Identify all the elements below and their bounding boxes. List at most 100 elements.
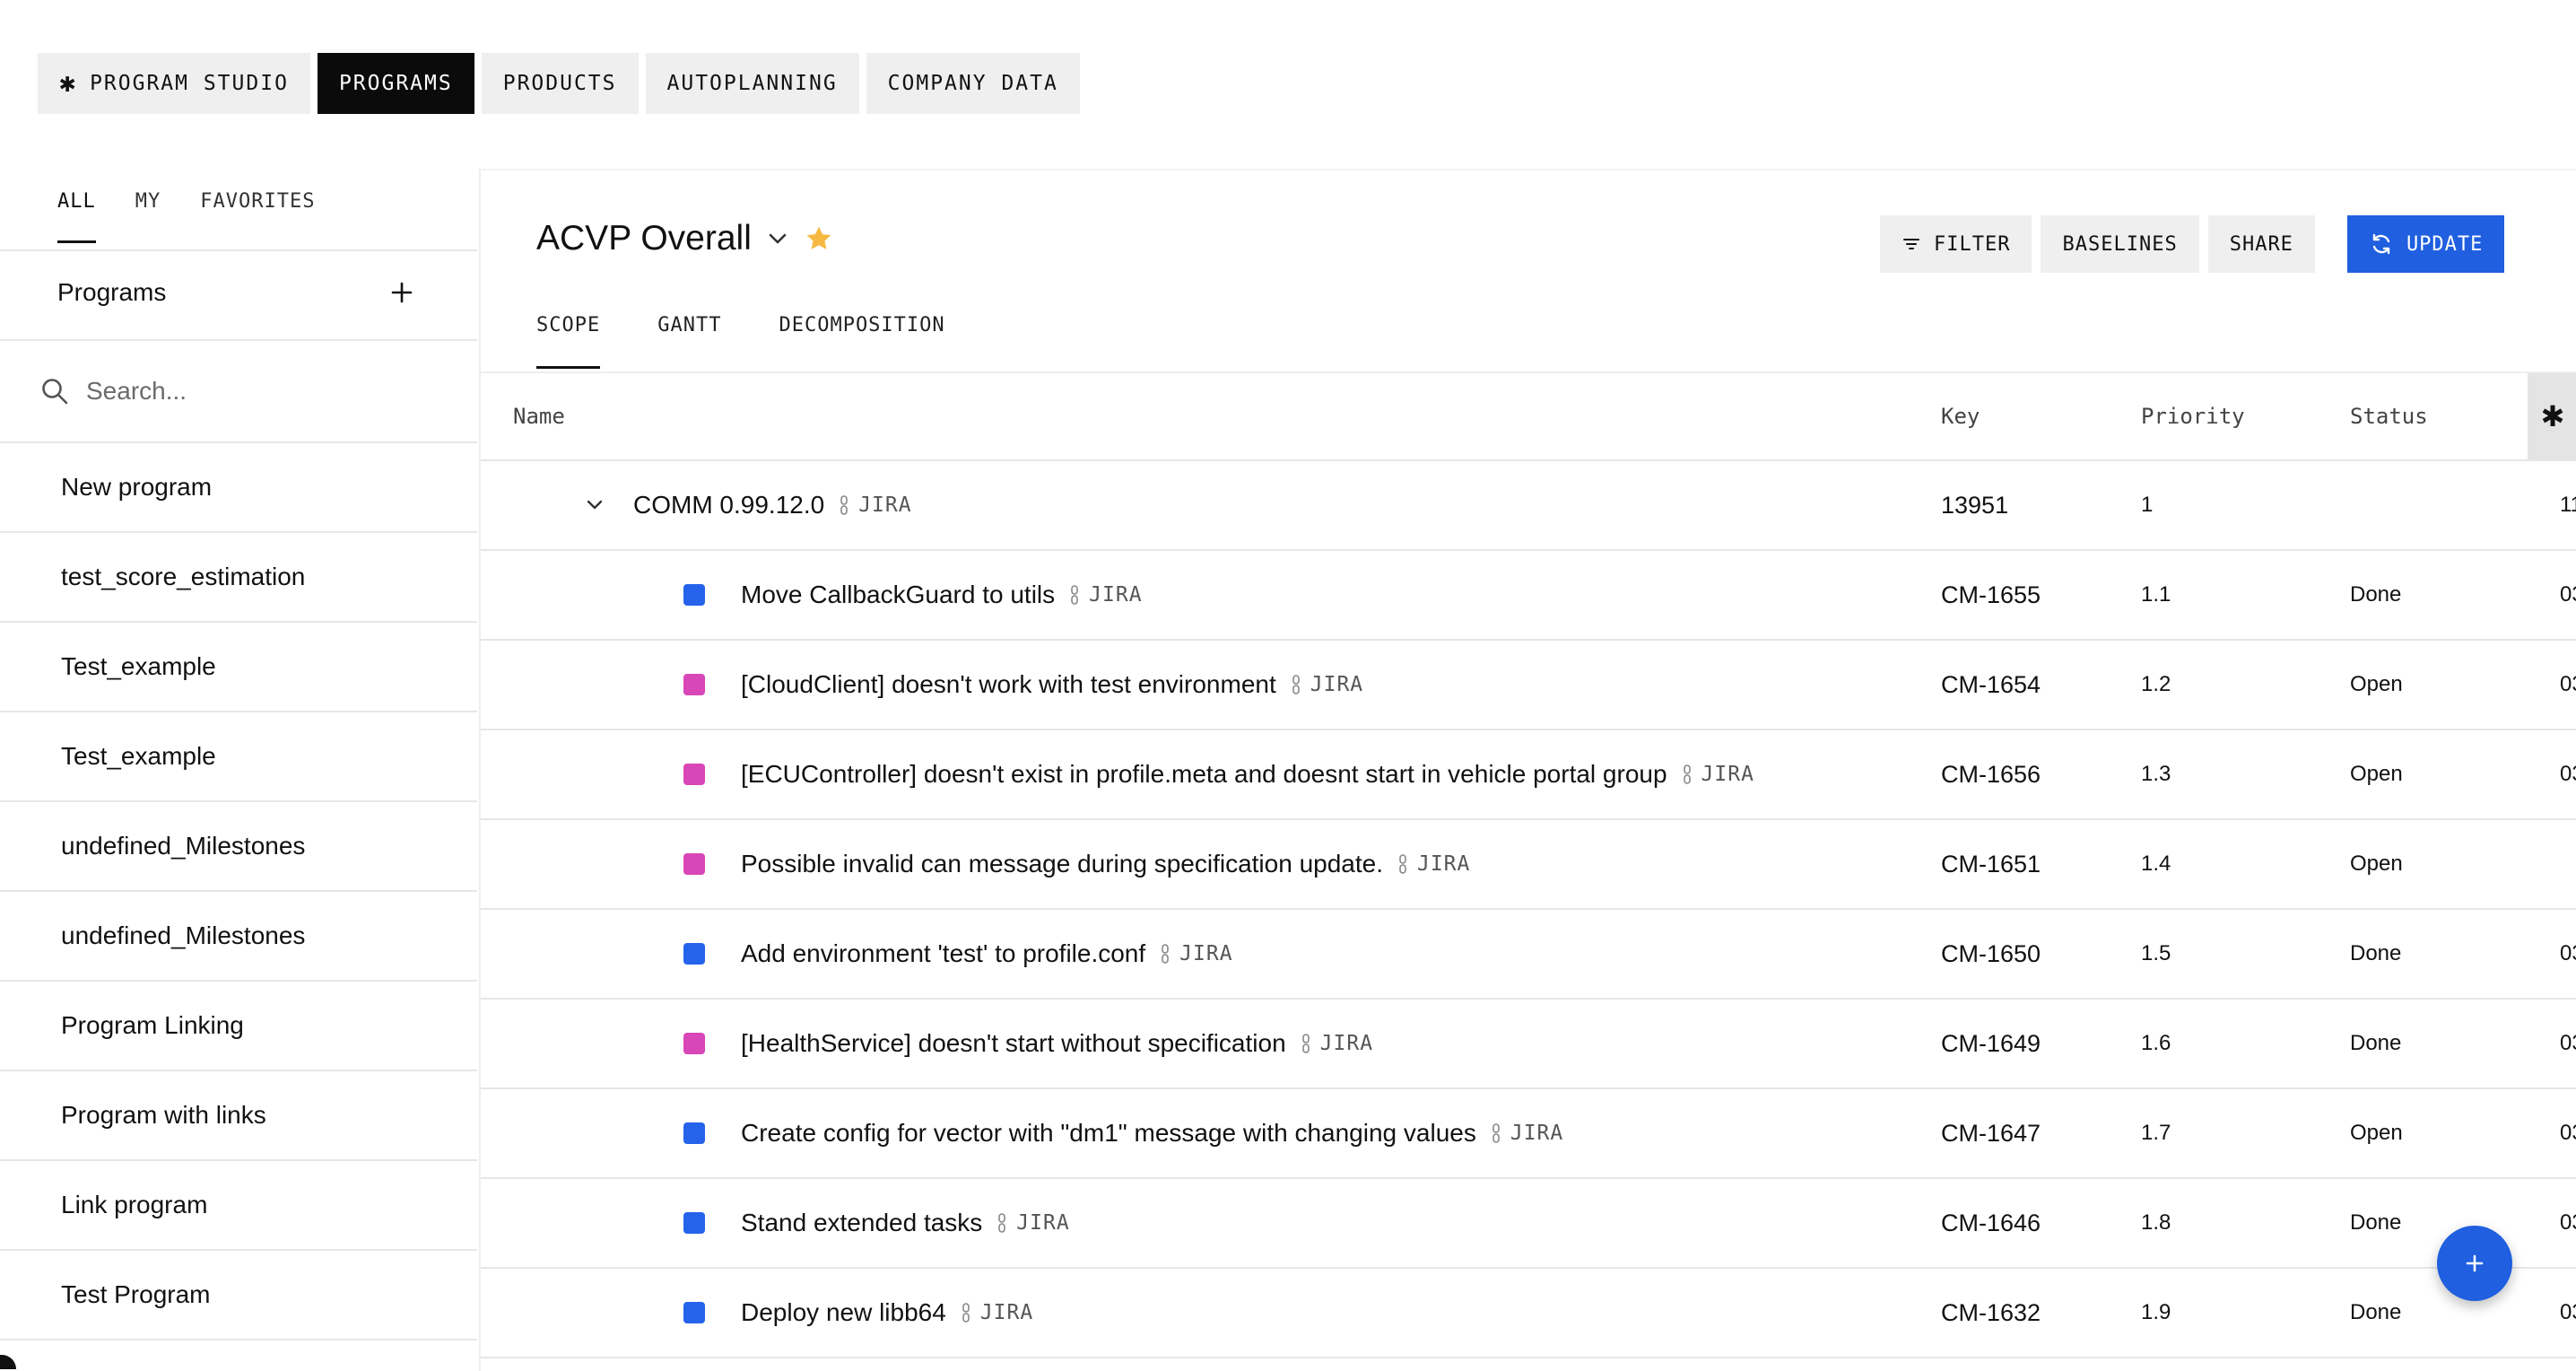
task-type-marker	[683, 910, 705, 998]
task-name[interactable]: Create config for vector with "dm1" mess…	[741, 1119, 1476, 1148]
nav-program-studio[interactable]: ✱ PROGRAM STUDIO	[38, 53, 310, 114]
source-label: JIRA	[1016, 1211, 1070, 1235]
link-icon	[1491, 1122, 1501, 1144]
program-list-item[interactable]: Program with links	[0, 1071, 477, 1161]
source-label: JIRA	[979, 1301, 1034, 1324]
extra-cell: 03	[2560, 582, 2576, 607]
favorite-button[interactable]	[804, 223, 834, 254]
baselines-button[interactable]: BASELINES	[2041, 215, 2199, 273]
column-header-status[interactable]: Status	[2350, 373, 2428, 459]
task-color-square	[683, 674, 705, 695]
task-name[interactable]: [HealthService] doesn't start without sp…	[741, 1029, 1286, 1058]
filter-button[interactable]: FILTER	[1880, 215, 2032, 273]
group-name-cell: COMM 0.99.12.0 JIRA	[633, 461, 912, 549]
table-header: Name Key Priority Status ✱	[481, 373, 2576, 461]
status-cell: Done	[2350, 1210, 2402, 1235]
task-color-square	[683, 1122, 705, 1144]
key-cell: CM-1655	[1941, 581, 2041, 608]
column-header-key[interactable]: Key	[1941, 373, 1980, 459]
program-list-item[interactable]: Program Linking	[0, 982, 477, 1071]
add-program-button[interactable]	[384, 275, 420, 310]
program-dropdown-button[interactable]	[764, 225, 791, 252]
table-row[interactable]: Move CallbackGuard to utils JIRA CM-1655…	[481, 551, 2576, 641]
task-name[interactable]: Move CallbackGuard to utils	[741, 581, 1055, 609]
nav-programs[interactable]: PROGRAMS	[317, 53, 474, 114]
top-navigation: ✱ PROGRAM STUDIO PROGRAMS PRODUCTS AUTOP…	[38, 53, 1080, 114]
toolbar-actions: FILTER BASELINES SHARE UPDATE	[1880, 215, 2505, 273]
column-settings-button[interactable]: ✱	[2528, 373, 2576, 459]
task-name-cell: Stand extended tasks JIRA	[741, 1179, 1070, 1267]
key-cell: CM-1654	[1941, 670, 2041, 698]
chevron-down-icon	[587, 500, 603, 510]
program-list-item[interactable]: test_score_estimation	[0, 533, 477, 623]
link-icon	[839, 494, 849, 516]
share-button[interactable]: SHARE	[2207, 215, 2315, 273]
nav-company-data[interactable]: COMPANY DATA	[866, 53, 1080, 114]
sidebar-tab-my[interactable]: MY	[135, 190, 161, 243]
sidebar-divider	[0, 339, 477, 341]
asterisk-icon: ✱	[2540, 400, 2565, 432]
program-list-item[interactable]: Test Program	[0, 1251, 477, 1340]
task-type-marker	[683, 1000, 705, 1087]
priority-cell: 1	[2141, 493, 2154, 517]
search-input[interactable]	[84, 376, 429, 406]
program-list-item[interactable]: Test_example	[0, 712, 477, 802]
table-row[interactable]: [CloudClient] doesn't work with test env…	[481, 641, 2576, 730]
table-row[interactable]: Possible invalid can message during spec…	[481, 820, 2576, 910]
priority-cell: 1.7	[2141, 1121, 2171, 1145]
baselines-button-label: BASELINES	[2062, 232, 2178, 256]
table-row[interactable]: [ECUController] doesn't exist in profile…	[481, 730, 2576, 820]
program-list-item[interactable]: New program	[0, 443, 477, 533]
asterisk-icon: ✱	[59, 67, 78, 99]
task-name[interactable]: Add environment 'test' to profile.conf	[741, 939, 1145, 968]
task-name-cell: [HealthService] doesn't start without sp…	[741, 1000, 1373, 1087]
nav-products[interactable]: PRODUCTS	[481, 53, 639, 114]
table-row[interactable]: [HealthService] doesn't start without sp…	[481, 1000, 2576, 1089]
task-type-marker	[683, 1269, 705, 1357]
task-name[interactable]: Possible invalid can message during spec…	[741, 850, 1383, 878]
source-label: JIRA	[1319, 1032, 1374, 1055]
priority-cell: 1.5	[2141, 941, 2171, 965]
tab-decomposition[interactable]: DECOMPOSITION	[779, 314, 944, 369]
program-list-item[interactable]: undefined_Milestones	[0, 802, 477, 892]
task-name[interactable]: [ECUController] doesn't exist in profile…	[741, 760, 1667, 789]
task-name[interactable]: Deploy new libb64	[741, 1298, 946, 1327]
task-name[interactable]: Stand extended tasks	[741, 1209, 982, 1237]
link-icon	[1301, 1033, 1311, 1054]
priority-cell: 1.6	[2141, 1031, 2171, 1055]
link-icon	[961, 1302, 971, 1323]
task-type-marker	[683, 1089, 705, 1177]
column-header-priority[interactable]: Priority	[2141, 373, 2245, 459]
program-list-item[interactable]: Link program	[0, 1161, 477, 1251]
tab-scope[interactable]: SCOPE	[536, 314, 601, 369]
table-row[interactable]: Add environment 'test' to profile.conf J…	[481, 910, 2576, 1000]
add-item-fab[interactable]	[2437, 1226, 2512, 1301]
table-group-row[interactable]: COMM 0.99.12.0 JIRA 13951 1 11	[481, 461, 2576, 551]
nav-autoplanning-label: AUTOPLANNING	[666, 72, 838, 95]
nav-autoplanning[interactable]: AUTOPLANNING	[645, 53, 859, 114]
update-button[interactable]: UPDATE	[2346, 215, 2505, 273]
table-row[interactable]: Stand extended tasks JIRA CM-1646 1.8 Do…	[481, 1179, 2576, 1269]
priority-cell: 1.4	[2141, 851, 2171, 876]
priority-cell: 1.9	[2141, 1300, 2171, 1324]
extra-cell: 03	[2560, 1121, 2576, 1145]
key-cell: CM-1647	[1941, 1119, 2041, 1147]
task-type-marker	[683, 551, 705, 639]
group-name[interactable]: COMM 0.99.12.0	[633, 491, 824, 520]
expand-toggle[interactable]	[583, 461, 606, 549]
task-color-square	[683, 1033, 705, 1054]
task-name[interactable]: [CloudClient] doesn't work with test env…	[741, 670, 1276, 699]
task-name-cell: Move CallbackGuard to utils JIRA	[741, 551, 1143, 639]
program-list-item[interactable]: Test_example	[0, 623, 477, 712]
sidebar-tab-all[interactable]: ALL	[57, 190, 96, 243]
sidebar-search	[39, 370, 434, 413]
sidebar: ALL MY FAVORITES Programs New program te…	[0, 169, 477, 1369]
table-row[interactable]: Deploy new libb64 JIRA CM-1632 1.9 Done …	[481, 1269, 2576, 1358]
tab-gantt[interactable]: GANTT	[657, 314, 721, 369]
table-row[interactable]: Create config for vector with "dm1" mess…	[481, 1089, 2576, 1179]
task-name-cell: Add environment 'test' to profile.conf J…	[741, 910, 1233, 998]
nav-products-label: PRODUCTS	[502, 72, 617, 95]
sidebar-tab-favorites[interactable]: FAVORITES	[200, 190, 315, 243]
column-header-name[interactable]: Name	[513, 373, 565, 459]
program-list-item[interactable]: undefined_Milestones	[0, 892, 477, 982]
